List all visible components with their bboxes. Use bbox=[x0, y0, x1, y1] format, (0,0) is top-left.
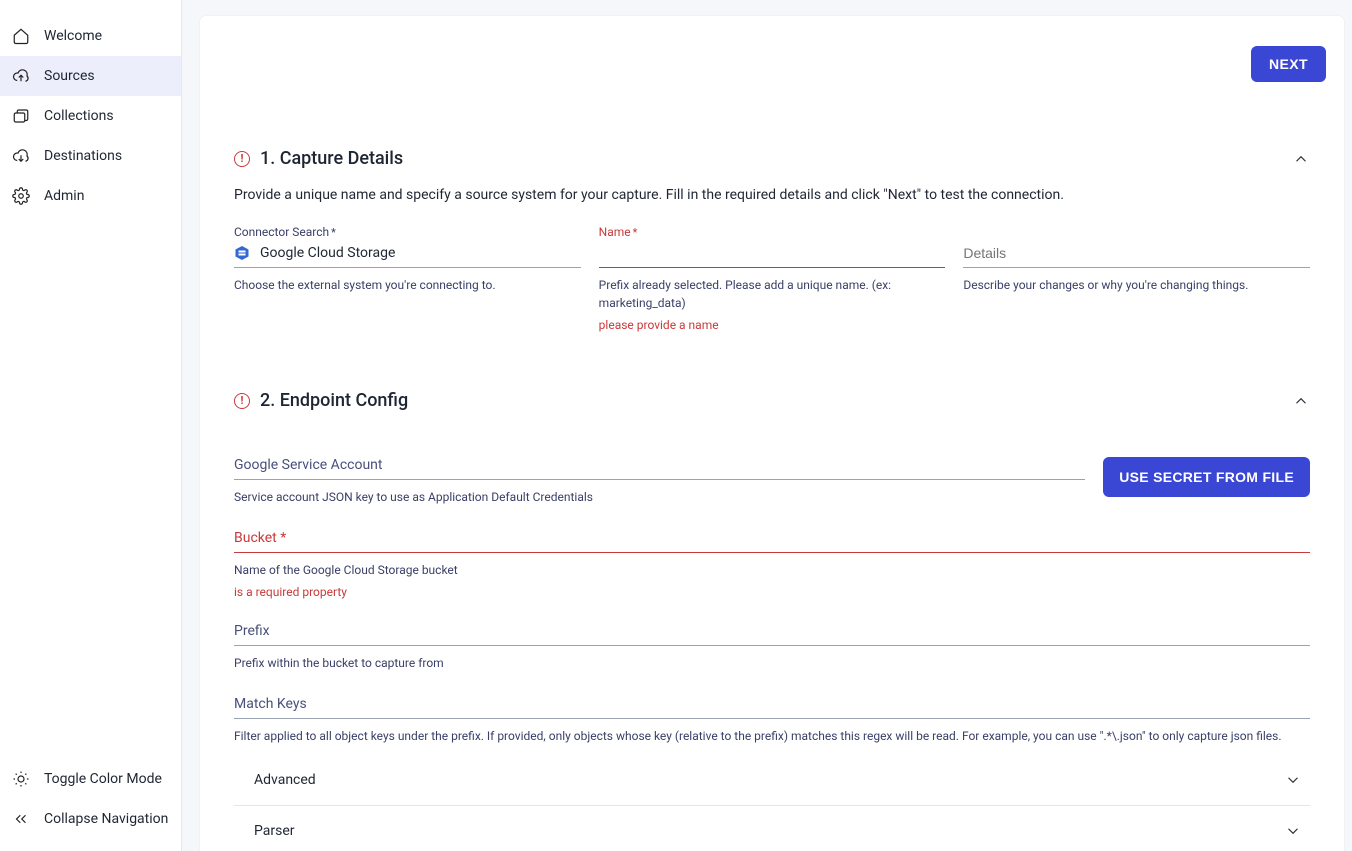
connector-search-input[interactable]: Google Cloud Storage bbox=[234, 241, 581, 268]
sun-icon bbox=[12, 770, 30, 788]
prefix-field: Prefix Prefix within the bucket to captu… bbox=[234, 623, 1310, 672]
sidebar-item-label: Destinations bbox=[44, 148, 122, 164]
chevron-double-left-icon bbox=[12, 810, 30, 828]
collapse-navigation[interactable]: Collapse Navigation bbox=[0, 799, 181, 839]
connector-search-label: Connector Search* bbox=[234, 225, 581, 239]
section-description: Provide a unique name and specify a sour… bbox=[234, 187, 1310, 203]
details-field: . Describe your changes or why you're ch… bbox=[963, 225, 1310, 332]
connector-value: Google Cloud Storage bbox=[260, 245, 395, 261]
warning-icon: ! bbox=[234, 393, 250, 409]
cloud-up-icon bbox=[12, 67, 30, 85]
section-title: 2. Endpoint Config bbox=[260, 390, 408, 411]
sidebar-item-sources[interactable]: Sources bbox=[0, 56, 181, 96]
sidebar: Welcome Sources Collections Destinations… bbox=[0, 0, 182, 851]
next-button[interactable]: NEXT bbox=[1251, 46, 1326, 82]
main-panel: NEXT ! 1. Capture Details Provide a uniq… bbox=[200, 16, 1344, 851]
content: ! 1. Capture Details Provide a unique na… bbox=[200, 90, 1344, 851]
bucket-help: Name of the Google Cloud Storage bucket bbox=[234, 561, 1310, 579]
toggle-color-mode[interactable]: Toggle Color Mode bbox=[0, 759, 181, 799]
name-error: please provide a name bbox=[599, 318, 946, 332]
warning-icon: ! bbox=[234, 151, 250, 167]
name-field: Name* Prefix already selected. Please ad… bbox=[599, 225, 946, 332]
parser-accordion[interactable]: Parser bbox=[234, 806, 1310, 851]
sidebar-item-label: Admin bbox=[44, 188, 84, 204]
sidebar-item-welcome[interactable]: Welcome bbox=[0, 16, 181, 56]
sidebar-item-label: Collections bbox=[44, 108, 114, 124]
sidebar-item-label: Sources bbox=[44, 68, 95, 84]
advanced-accordion[interactable]: Advanced bbox=[234, 755, 1310, 806]
sidebar-top: Welcome Sources Collections Destinations… bbox=[0, 0, 181, 759]
chevron-up-icon[interactable] bbox=[1292, 392, 1310, 410]
top-bar: NEXT bbox=[200, 16, 1344, 90]
sidebar-item-collections[interactable]: Collections bbox=[0, 96, 181, 136]
gear-icon bbox=[12, 187, 30, 205]
advanced-label: Advanced bbox=[254, 772, 316, 788]
bucket-input[interactable]: Bucket * bbox=[234, 530, 1310, 553]
section-title: 1. Capture Details bbox=[260, 148, 403, 169]
bucket-error: is a required property bbox=[234, 585, 1310, 599]
service-account-label: Google Service Account bbox=[234, 457, 1085, 473]
use-secret-from-file-button[interactable]: USE SECRET FROM FILE bbox=[1103, 457, 1310, 497]
gcs-icon bbox=[234, 245, 250, 261]
name-label: Name* bbox=[599, 225, 946, 239]
name-help: Prefix already selected. Please add a un… bbox=[599, 276, 946, 312]
sidebar-item-label: Welcome bbox=[44, 28, 102, 44]
prefix-help: Prefix within the bucket to capture from bbox=[234, 654, 1310, 672]
sidebar-item-destinations[interactable]: Destinations bbox=[0, 136, 181, 176]
home-icon bbox=[12, 27, 30, 45]
bucket-label: Bucket * bbox=[234, 530, 1310, 546]
prefix-input[interactable]: Prefix bbox=[234, 623, 1310, 646]
chevron-up-icon[interactable] bbox=[1292, 150, 1310, 168]
connector-search-field: Connector Search* Google Cloud Storage C… bbox=[234, 225, 581, 332]
parser-label: Parser bbox=[254, 823, 295, 839]
chevron-down-icon bbox=[1284, 822, 1302, 840]
match-keys-input[interactable]: Match Keys bbox=[234, 696, 1310, 719]
toggle-color-label: Toggle Color Mode bbox=[44, 771, 162, 787]
section-header-capture-details[interactable]: ! 1. Capture Details bbox=[234, 148, 1310, 169]
match-keys-field: Match Keys Filter applied to all object … bbox=[234, 696, 1310, 745]
match-keys-help: Filter applied to all object keys under … bbox=[234, 727, 1310, 745]
cloud-down-icon bbox=[12, 147, 30, 165]
bucket-field: Bucket * Name of the Google Cloud Storag… bbox=[234, 530, 1310, 599]
collapse-nav-label: Collapse Navigation bbox=[44, 811, 168, 827]
service-account-help: Service account JSON key to use as Appli… bbox=[234, 488, 1085, 506]
prefix-label: Prefix bbox=[234, 623, 1310, 639]
sidebar-item-admin[interactable]: Admin bbox=[0, 176, 181, 216]
sidebar-bottom: Toggle Color Mode Collapse Navigation bbox=[0, 759, 181, 851]
name-input[interactable] bbox=[599, 241, 946, 268]
service-account-field: Google Service Account Service account J… bbox=[234, 457, 1310, 506]
chevron-down-icon bbox=[1284, 771, 1302, 789]
match-keys-label: Match Keys bbox=[234, 696, 1310, 712]
details-help: Describe your changes or why you're chan… bbox=[963, 276, 1310, 294]
collection-icon bbox=[12, 107, 30, 125]
service-account-input[interactable]: Google Service Account bbox=[234, 457, 1085, 480]
section-header-endpoint-config[interactable]: ! 2. Endpoint Config bbox=[234, 390, 1310, 411]
connector-help: Choose the external system you're connec… bbox=[234, 276, 581, 294]
details-input[interactable] bbox=[963, 241, 1310, 268]
